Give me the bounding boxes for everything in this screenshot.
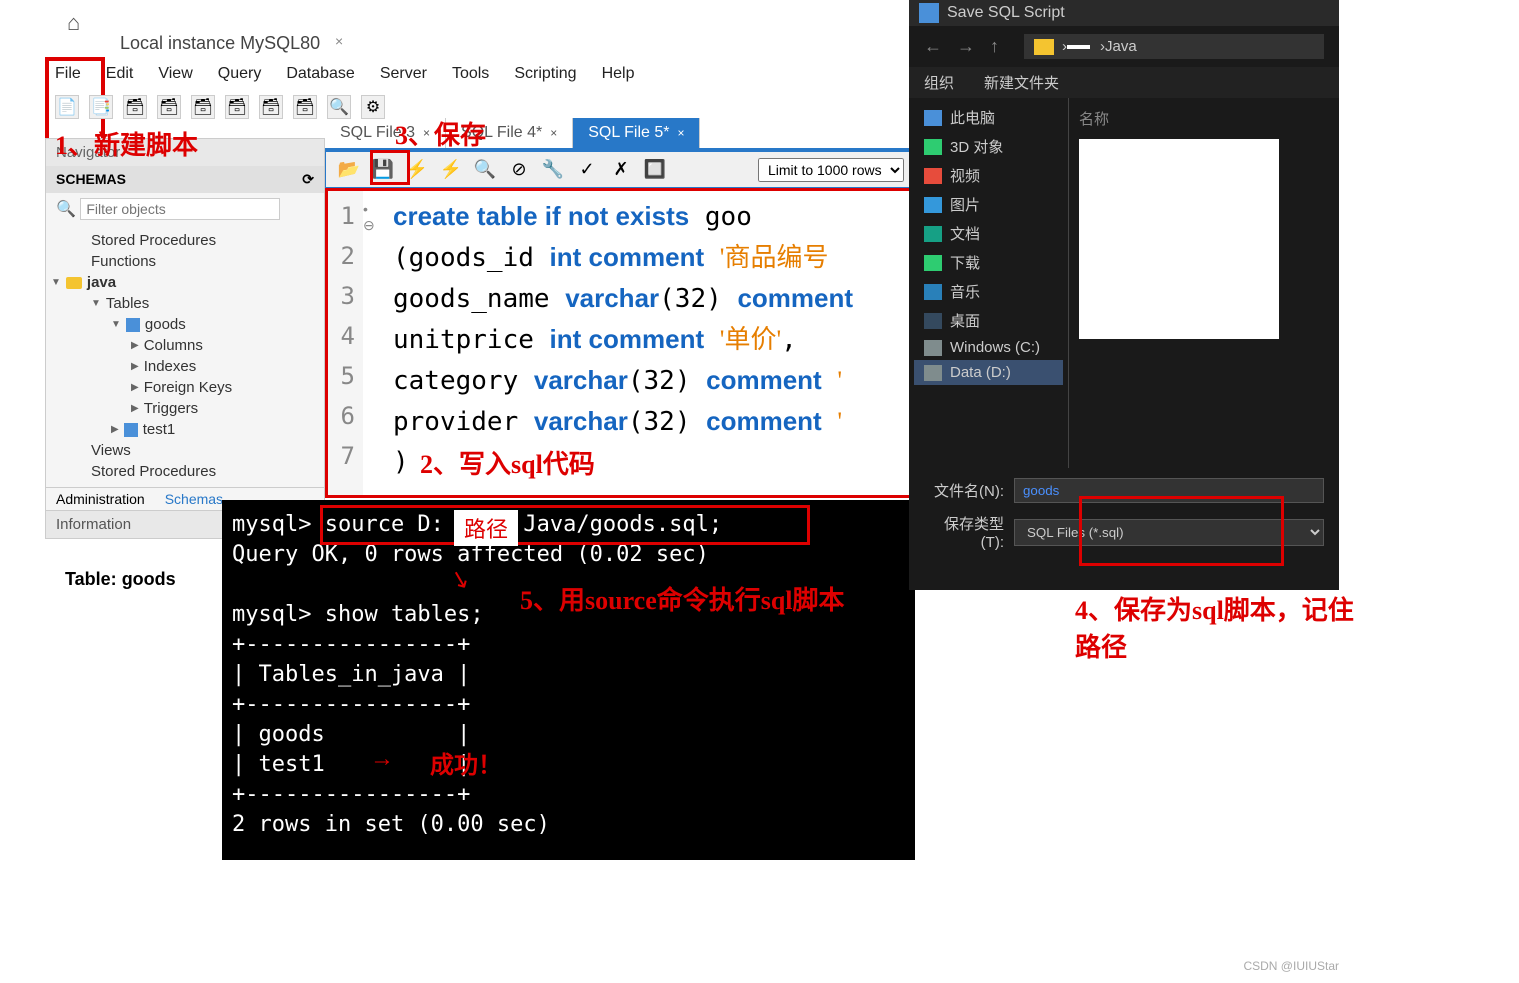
tree-item[interactable]: Stored Procedures	[51, 230, 319, 251]
annotation-success: 成功！	[430, 745, 502, 780]
new-sql-icon[interactable]: 📄	[55, 95, 79, 119]
new-folder-button[interactable]: 新建文件夹	[984, 72, 1059, 93]
tool-icon[interactable]: 🗃	[123, 95, 147, 119]
organize-button[interactable]: 组织	[924, 72, 954, 93]
open-icon[interactable]: 📂	[336, 157, 362, 183]
explain-icon[interactable]: 🔍	[472, 157, 498, 183]
mysql-terminal[interactable]: mysql> source D: Java/goods.sql; Query O…	[222, 500, 915, 860]
tool-icon[interactable]: 🗃	[259, 95, 283, 119]
tree-item[interactable]: Functions	[51, 251, 319, 272]
annotation-1: 1、新建脚本	[55, 125, 198, 162]
sidebar-item-3d[interactable]: 3D 对象	[914, 132, 1063, 161]
schemas-header: SCHEMAS ⟳	[46, 166, 324, 193]
refresh-icon[interactable]: ⟳	[302, 171, 314, 188]
tool-icon[interactable]: 📑	[89, 95, 113, 119]
filename-label: 文件名(N):	[924, 480, 1004, 501]
dialog-nav: ← → ↑ › › Java	[909, 26, 1339, 67]
menu-server[interactable]: Server	[380, 65, 427, 83]
annotation-box-5	[320, 505, 810, 545]
close-icon[interactable]: ×	[335, 33, 343, 49]
editor-tabs: SQL File 3× SQL File 4*× SQL File 5*×	[325, 118, 700, 148]
menu-bar: File Edit View Query Database Server Too…	[45, 65, 634, 83]
tool-icon[interactable]: 🗃	[191, 95, 215, 119]
tree-triggers[interactable]: ▶Triggers	[51, 398, 319, 419]
menu-help[interactable]: Help	[602, 65, 635, 83]
forward-icon[interactable]: →	[957, 36, 975, 57]
up-icon[interactable]: ↑	[990, 36, 999, 57]
menu-scripting[interactable]: Scripting	[514, 65, 576, 83]
sql-tab-active[interactable]: SQL File 5*×	[573, 118, 700, 148]
dialog-title: Save SQL Script	[909, 0, 1339, 26]
filetype-label: 保存类型(T):	[924, 513, 1004, 551]
masked-path	[1067, 45, 1090, 49]
tree-fkeys[interactable]: ▶Foreign Keys	[51, 377, 319, 398]
stop-icon[interactable]: ⊘	[506, 157, 532, 183]
tool-icon[interactable]: 🗃	[293, 95, 317, 119]
commit-icon[interactable]: ✓	[574, 157, 600, 183]
tool-icon[interactable]: ⚙	[361, 95, 385, 119]
sidebar-item-thispc[interactable]: 此电脑	[914, 103, 1063, 132]
line-numbers: 1234567	[328, 191, 363, 495]
app-icon	[919, 3, 939, 23]
editor-toolbar: 📂 💾 ⚡ ⚡ 🔍 ⊘ 🔧 ✓ ✗ 🔲 Limit to 1000 rows	[325, 148, 915, 188]
tree-views[interactable]: Views	[51, 440, 319, 461]
watermark: CSDN @IUIUStar	[1243, 959, 1339, 973]
sidebar-item-video[interactable]: 视频	[914, 161, 1063, 190]
menu-query[interactable]: Query	[218, 65, 262, 83]
annotation-box-4	[1079, 496, 1284, 566]
tree-table-test1[interactable]: ▶test1	[51, 419, 319, 440]
tree-indexes[interactable]: ▶Indexes	[51, 356, 319, 377]
instance-tab[interactable]: Local instance MySQL80	[120, 33, 320, 54]
tree-item[interactable]: Stored Procedures	[51, 461, 319, 482]
rollback-icon[interactable]: ✗	[608, 157, 634, 183]
home-icon[interactable]: ⌂	[67, 10, 80, 36]
limit-select[interactable]: Limit to 1000 rows	[758, 158, 904, 182]
sidebar-tree: 此电脑 3D 对象 视频 图片 文档 下载 音乐 桌面 Windows (C:)…	[909, 98, 1069, 468]
sidebar-item-music[interactable]: 音乐	[914, 277, 1063, 306]
tree-table-goods[interactable]: ▼goods	[51, 314, 319, 335]
tree-db[interactable]: ▼java	[51, 272, 319, 293]
autocommit-icon[interactable]: 🔲	[642, 157, 668, 183]
menu-database[interactable]: Database	[286, 65, 355, 83]
sidebar-item-downloads[interactable]: 下载	[914, 248, 1063, 277]
sidebar-item-desktop[interactable]: 桌面	[914, 306, 1063, 335]
tool-icon[interactable]: 🔧	[540, 157, 566, 183]
tree-columns[interactable]: ▶Columns	[51, 335, 319, 356]
tree-tables[interactable]: ▼Tables	[51, 293, 319, 314]
tool-icon[interactable]: 🗃	[225, 95, 249, 119]
menu-edit[interactable]: Edit	[106, 65, 134, 83]
schema-tree: Stored Procedures Functions ▼java ▼Table…	[46, 225, 324, 487]
main-toolbar: 📄 📑 🗃 🗃 🗃 🗃 🗃 🗃 🔍 ⚙	[55, 95, 385, 119]
execute-step-icon[interactable]: ⚡	[438, 157, 464, 183]
navigator-panel: Navigator SCHEMAS ⟳ 🔍 Stored Procedures …	[45, 138, 325, 513]
sidebar-item-c-drive[interactable]: Windows (C:)	[914, 335, 1063, 360]
sidebar-item-pictures[interactable]: 图片	[914, 190, 1063, 219]
code-editor[interactable]: 1234567 •⊖ create table if not exists go…	[325, 188, 915, 498]
menu-tools[interactable]: Tools	[452, 65, 489, 83]
sidebar-item-d-drive[interactable]: Data (D:)	[914, 360, 1063, 385]
search-icon: 🔍	[56, 201, 76, 218]
back-icon[interactable]: ←	[924, 36, 942, 57]
address-bar[interactable]: › › Java	[1024, 34, 1324, 59]
tab-administration[interactable]: Administration	[46, 488, 155, 512]
file-list: 名称	[1069, 98, 1339, 468]
sidebar-item-docs[interactable]: 文档	[914, 219, 1063, 248]
annotation-4: 4、保存为sql脚本，记住路径	[1075, 590, 1355, 664]
tool-icon[interactable]: 🗃	[157, 95, 181, 119]
annotation-3: 3、保存	[395, 115, 486, 152]
tool-icon[interactable]: 🔍	[327, 95, 351, 119]
annotation-2: 2、写入sql代码	[420, 444, 595, 481]
arrow-icon: →	[370, 745, 394, 773]
folder-icon	[1034, 39, 1054, 55]
menu-view[interactable]: View	[158, 65, 192, 83]
preview-box	[1079, 139, 1279, 339]
annotation-5: 5、用source命令执行sql脚本	[520, 580, 845, 617]
annotation-box-3	[370, 150, 410, 185]
filter-input[interactable]	[80, 198, 280, 220]
path-label: 路径	[454, 510, 518, 546]
